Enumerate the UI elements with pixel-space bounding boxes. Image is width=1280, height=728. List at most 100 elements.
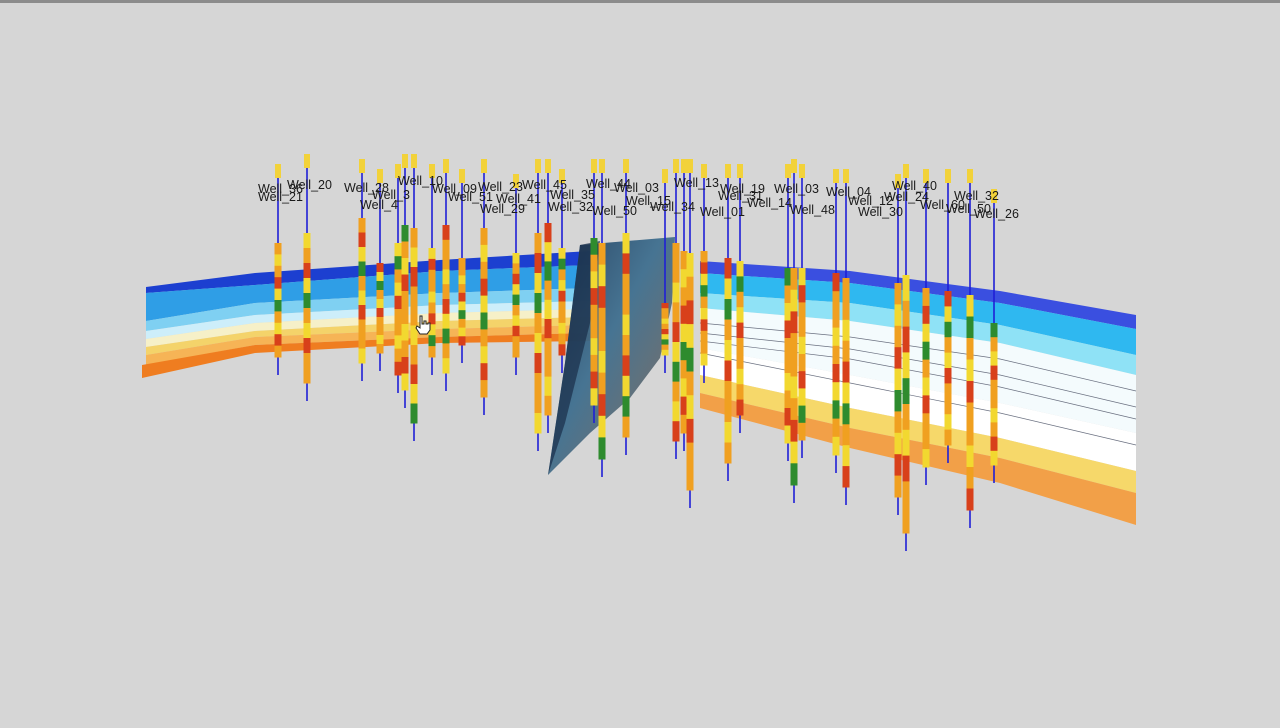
well-log-segment [598, 286, 606, 309]
hand-cursor-icon [415, 315, 431, 335]
well-log-segment [902, 378, 910, 405]
well-log-segment [680, 251, 688, 270]
well-label[interactable]: Well_14 [747, 196, 792, 210]
well-label[interactable]: Well_34 [650, 200, 695, 214]
well-log-segment [428, 335, 436, 347]
well-log-segment [401, 307, 409, 325]
well-log-segment [944, 306, 952, 323]
well-log-segment [598, 307, 606, 330]
well-log-segment [798, 388, 806, 407]
well-label[interactable]: Well_21 [258, 190, 303, 204]
well-log-segment [544, 319, 552, 339]
well-log-segment [376, 299, 384, 309]
well-log-segment [376, 344, 384, 354]
well-log-segment [724, 360, 732, 382]
well-log-segment [410, 364, 418, 385]
well-log-segment [598, 394, 606, 417]
well-log-segment [790, 376, 798, 399]
geological-model-scene[interactable]: Well_36Well_20Well_21Well_28 Well_10Well_… [0, 3, 1280, 723]
well-log-segment [410, 345, 418, 365]
well-log-segment [736, 338, 744, 354]
well-label[interactable]: Well_03 [774, 182, 819, 196]
well-log-segment [598, 243, 606, 266]
well-log-segment [736, 307, 744, 324]
well-label[interactable]: Well_48 [790, 203, 835, 217]
well-log-segment [686, 395, 694, 420]
well-log-segment [700, 262, 708, 275]
well-log-segment [303, 338, 311, 354]
well-log-segment [544, 338, 552, 358]
well-log-segment [428, 269, 436, 282]
well-log-segment [544, 242, 552, 262]
3d-viewport[interactable]: Well_36 Well_20 Well_21 Well_28 Well_10 Well_… [0, 0, 1280, 720]
well-log-segment [680, 287, 688, 307]
well-log-segment [894, 283, 902, 305]
well-log-segment [442, 239, 450, 256]
well-log-segment [944, 429, 952, 446]
well-log-segment [842, 361, 850, 383]
well-log-segment [428, 280, 436, 293]
well-log-segment [700, 273, 708, 286]
well-log-segment [590, 388, 598, 406]
well-log-segment [274, 322, 282, 335]
well-log-segment [590, 338, 598, 356]
well-log-segment [458, 258, 466, 268]
well-log-segment [394, 348, 402, 363]
well-head-marker [599, 159, 605, 173]
well-log-segment [700, 330, 708, 343]
well-log-segment [724, 299, 732, 320]
well-log-segment [558, 248, 566, 260]
well-log-segment [990, 365, 998, 381]
well-log-segment [512, 284, 520, 296]
well-log-segment [558, 333, 566, 345]
well-log-segment [686, 347, 694, 372]
well-log-segment [534, 293, 542, 314]
well-log-segment [842, 403, 850, 425]
well-log-segment [790, 268, 798, 291]
well-head-marker [737, 164, 743, 178]
well-log-segment [966, 359, 974, 382]
well-head-marker [945, 169, 951, 183]
well-log-segment [590, 321, 598, 339]
well-label[interactable]: Well_32 [954, 189, 999, 203]
well-log-segment [672, 302, 680, 323]
well-label[interactable]: Well_01 [700, 205, 745, 219]
well-log-segment [736, 276, 744, 293]
well-log-segment [480, 363, 488, 381]
well-log-segment [534, 333, 542, 354]
well-log-segment [622, 233, 630, 254]
well-log-segment [724, 442, 732, 464]
well-log-segment [686, 253, 694, 278]
well-log-segment [736, 322, 744, 339]
well-log-segment [922, 305, 930, 325]
well-label[interactable]: Well_32 [548, 200, 593, 214]
well-log-segment [832, 400, 840, 420]
well-log-segment [790, 419, 798, 443]
well-log-segment [590, 288, 598, 306]
well-head-marker [799, 164, 805, 178]
well-head-marker [443, 159, 449, 173]
well-label[interactable]: Well_30 [858, 205, 903, 219]
well-log-segment [401, 373, 409, 391]
well-label[interactable]: Well_03 [614, 181, 659, 195]
well-label[interactable]: Well_4 [360, 198, 398, 212]
well-log-segment [686, 418, 694, 444]
well-log-segment [790, 398, 798, 421]
well-log-segment [458, 301, 466, 311]
well-head-marker [591, 159, 597, 173]
well-label[interactable]: Well_41 [496, 192, 541, 206]
well-log-segment [894, 304, 902, 327]
well-label[interactable]: Well_13 [674, 176, 719, 190]
well-log-segment [558, 301, 566, 313]
well-log-segment [784, 390, 792, 409]
well-label[interactable]: Well_50 [592, 204, 637, 218]
well-log-segment [544, 223, 552, 243]
well-log-segment [303, 278, 311, 294]
well-log-segment [376, 290, 384, 300]
well-log-segment [700, 251, 708, 263]
well-label[interactable]: Well_26 [974, 207, 1019, 221]
well-log-segment [394, 256, 402, 270]
well-head-marker [402, 154, 408, 168]
well-log-segment [376, 281, 384, 291]
well-log-segment [394, 309, 402, 323]
